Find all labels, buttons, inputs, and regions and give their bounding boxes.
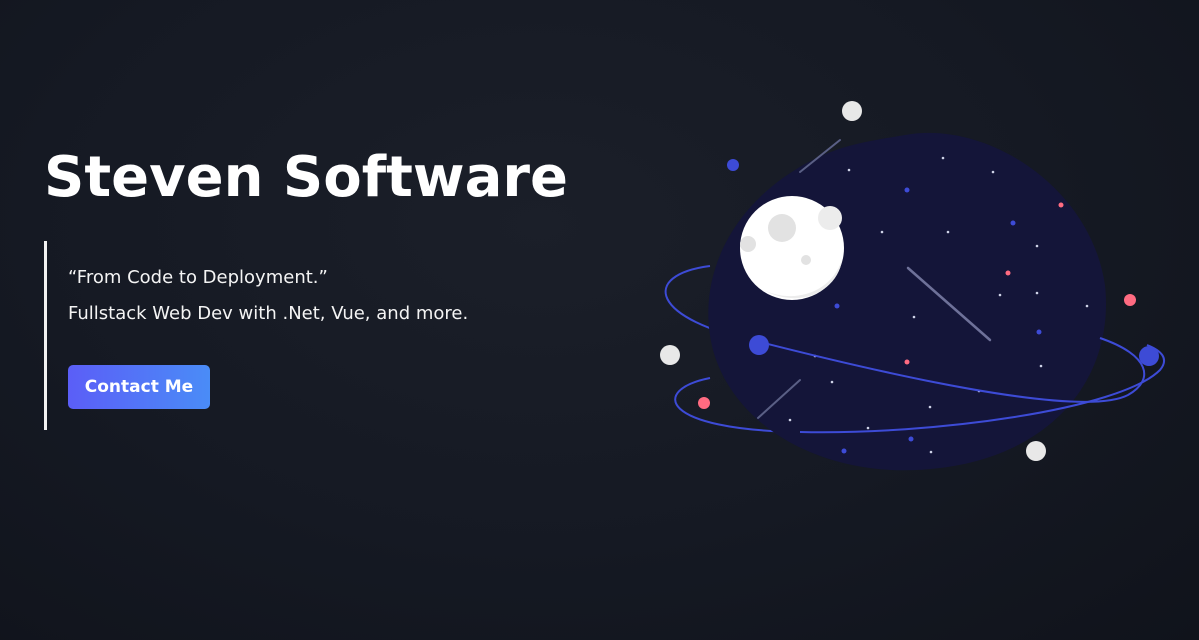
page-title: Steven Software — [44, 145, 568, 210]
hero-quote: “From Code to Deployment.” — [68, 267, 328, 288]
space-planet-illustration — [660, 101, 1166, 471]
hero-tagline: Fullstack Web Dev with .Net, Vue, and mo… — [68, 303, 469, 324]
moon-icon — [740, 196, 844, 300]
hero-content-block: “From Code to Deployment.” Fullstack Web… — [44, 241, 524, 430]
contact-me-button[interactable]: Contact Me — [68, 365, 210, 409]
planet-body — [708, 132, 1107, 471]
